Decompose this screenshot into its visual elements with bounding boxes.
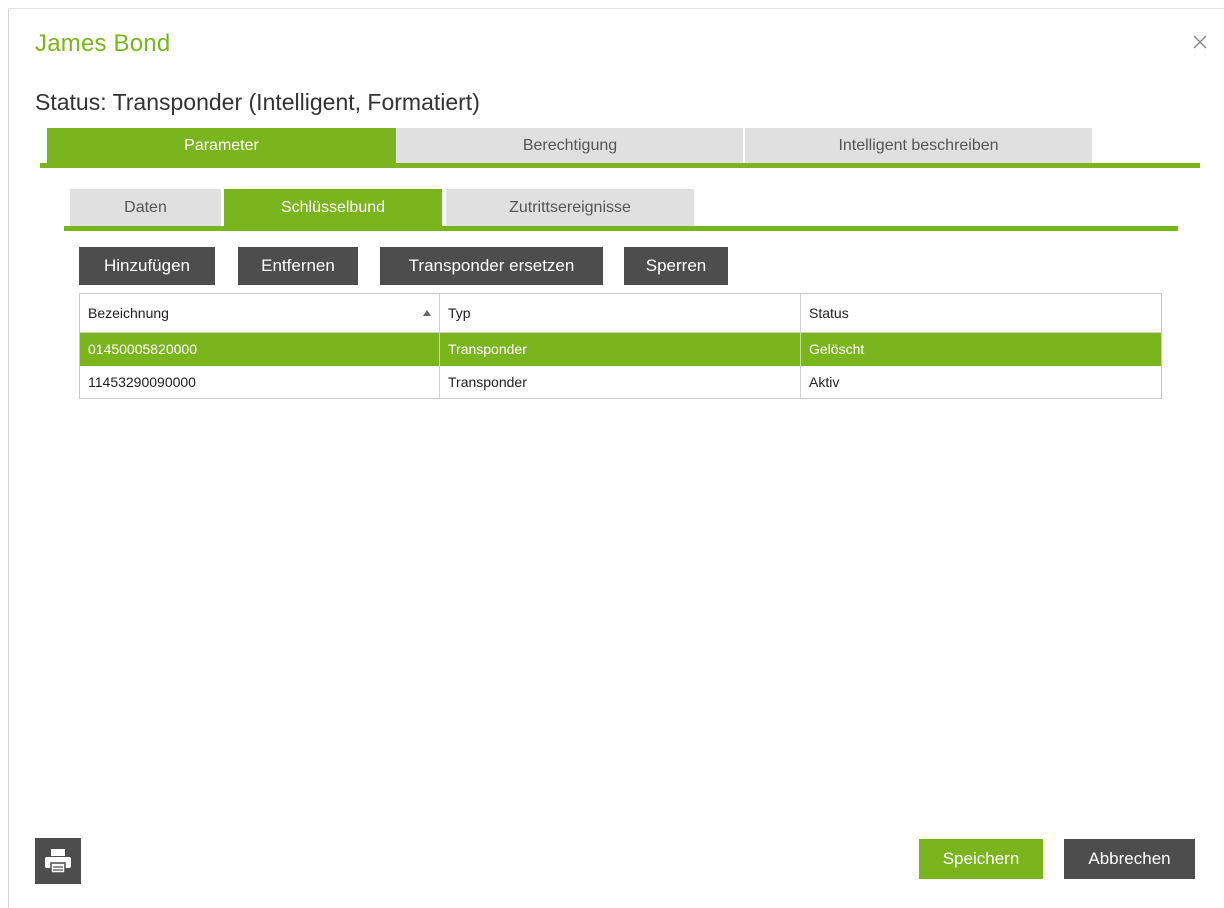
cancel-button[interactable]: Abbrechen [1064, 839, 1195, 879]
table-row[interactable]: 01450005820000 Transponder Gelöscht [80, 333, 1161, 366]
cell-typ: Transponder [440, 366, 801, 399]
add-button[interactable]: Hinzufügen [79, 247, 215, 285]
cell-status: Gelöscht [809, 341, 865, 357]
keyring-table: Bezeichnung Typ Status 01450005820000 Tr… [79, 293, 1162, 399]
tab-parameter[interactable]: Parameter [47, 128, 396, 163]
remove-button[interactable]: Entfernen [238, 247, 358, 285]
close-icon[interactable] [1192, 34, 1208, 50]
column-header-typ[interactable]: Typ [440, 294, 801, 332]
column-header-status[interactable]: Status [801, 294, 1161, 332]
main-tab-underline [40, 163, 1200, 168]
replace-transponder-button[interactable]: Transponder ersetzen [380, 247, 603, 285]
tab-berechtigung[interactable]: Berechtigung [397, 128, 743, 163]
tab-intelligent-beschreiben[interactable]: Intelligent beschreiben [745, 128, 1092, 163]
table-header: Bezeichnung Typ Status [80, 294, 1161, 333]
print-button[interactable] [35, 838, 81, 884]
cell-bezeichnung: 01450005820000 [80, 333, 440, 366]
column-header-bezeichnung[interactable]: Bezeichnung [80, 294, 440, 332]
status-line: Status: Transponder (Intelligent, Format… [35, 89, 480, 115]
save-button[interactable]: Speichern [919, 839, 1043, 879]
table-row[interactable]: 11453290090000 Transponder Aktiv [80, 366, 1161, 399]
sub-tab-underline [64, 226, 1178, 231]
column-header-label: Typ [448, 305, 471, 321]
tab-daten[interactable]: Daten [70, 189, 221, 226]
cell-bezeichnung: 11453290090000 [80, 366, 440, 399]
lock-button[interactable]: Sperren [624, 247, 728, 285]
cell-typ: Transponder [440, 333, 801, 366]
dialog-title: James Bond [35, 30, 171, 57]
tab-zutrittsereignisse[interactable]: Zutrittsereignisse [446, 189, 694, 226]
printer-icon [45, 849, 71, 874]
tab-schluesselbund[interactable]: Schlüsselbund [224, 189, 442, 226]
column-header-label: Status [809, 305, 849, 321]
cell-status: Aktiv [809, 374, 840, 390]
sort-ascending-icon [423, 310, 431, 316]
column-header-label: Bezeichnung [88, 305, 169, 321]
